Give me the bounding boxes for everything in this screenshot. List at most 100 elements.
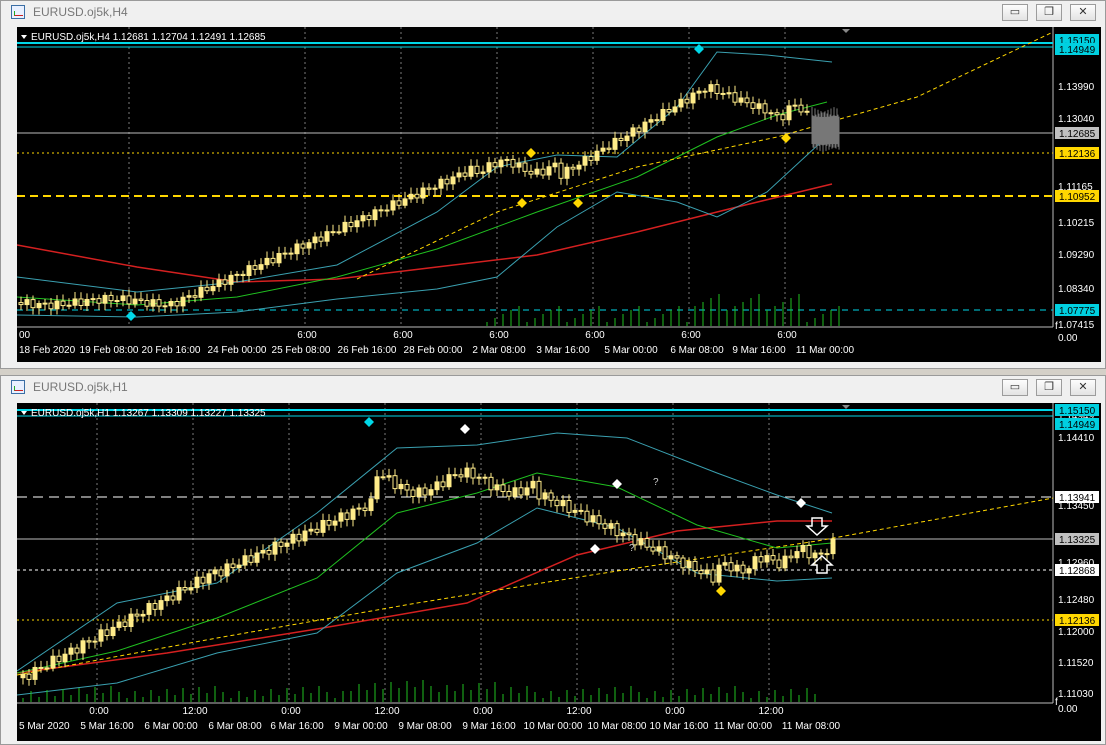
candle (402, 198, 408, 206)
candle (480, 171, 486, 174)
candle (626, 532, 632, 536)
candle (722, 562, 728, 566)
candle (306, 242, 312, 249)
candle (770, 555, 776, 561)
candle (650, 546, 656, 552)
candle (710, 569, 716, 583)
candle (752, 556, 758, 570)
date-label: 20 Feb 16:00 (142, 345, 201, 356)
candle (332, 520, 338, 526)
candle (758, 556, 764, 563)
candle (182, 587, 188, 591)
corner-flag: f (1055, 697, 1058, 708)
price-tag-label: 1.12136 (1059, 616, 1096, 627)
candle (258, 264, 264, 270)
candle (416, 487, 422, 497)
minimize-button[interactable]: ▭ (1002, 379, 1028, 396)
candle (156, 299, 162, 307)
candle (672, 106, 678, 113)
close-button[interactable]: ✕ (1070, 4, 1096, 21)
minimize-button[interactable]: ▭ (1002, 4, 1028, 21)
candle (150, 299, 156, 307)
candle (218, 569, 224, 577)
time-label: 12:00 (182, 706, 207, 717)
price-tag-label: 1.13325 (1059, 535, 1096, 546)
candle (566, 500, 572, 513)
candle (528, 170, 534, 175)
candle (504, 158, 510, 161)
candle (774, 112, 780, 116)
window-title: EURUSD.oj5k,H4 (33, 5, 128, 19)
candle (248, 555, 254, 563)
candle (216, 279, 222, 288)
restore-button[interactable]: ❐ (1036, 4, 1062, 21)
candle (122, 621, 128, 628)
candle (84, 298, 90, 306)
candle (192, 295, 198, 298)
date-label: 5 Mar 2020 (19, 721, 70, 732)
candle (698, 570, 704, 575)
candle (606, 147, 612, 150)
candle (734, 564, 740, 572)
time-label: 0:00 (473, 706, 493, 717)
candle (272, 541, 278, 555)
date-label: 9 Mar 16:00 (732, 345, 786, 356)
candle (522, 162, 528, 172)
candle (702, 90, 708, 93)
candle (602, 523, 608, 529)
date-label: 6 Mar 16:00 (270, 721, 324, 732)
candle (680, 557, 686, 569)
time-label: 00 (19, 330, 31, 341)
price-tag-label: 1.12136 (1059, 149, 1096, 160)
chart-background (17, 403, 1101, 741)
corner-flag: f (1055, 321, 1058, 332)
date-label: 11 Mar 00:00 (796, 345, 855, 356)
title-bar[interactable]: EURUSD.oj5k,H4 ▭ ❐ ✕ (1, 1, 1105, 25)
close-button[interactable]: ✕ (1070, 379, 1096, 396)
candle (762, 103, 768, 114)
candle (410, 489, 416, 497)
candle (530, 480, 536, 489)
price-tag-label: 1.13941 (1059, 493, 1096, 504)
candle (390, 200, 396, 211)
candle (254, 552, 260, 563)
date-label: 24 Feb 00:00 (208, 345, 267, 356)
candle (498, 159, 504, 168)
candle (68, 647, 74, 655)
candle (72, 298, 78, 306)
candle (212, 569, 218, 575)
candle (104, 629, 110, 637)
candle (732, 92, 738, 103)
candle (708, 84, 714, 92)
candle (714, 84, 720, 94)
candle (176, 587, 182, 601)
price-chart[interactable]: EURUSD.oj5k,H1 1.13267 1.13309 1.13227 1… (17, 403, 1101, 741)
candle (338, 512, 344, 522)
candle (296, 533, 302, 542)
time-label: 12:00 (758, 706, 783, 717)
candle (468, 165, 474, 177)
time-label: 0:00 (281, 706, 301, 717)
candle (582, 156, 588, 166)
candle (830, 538, 836, 555)
price-tag-label: 1.15150 (1059, 406, 1096, 417)
candle (674, 555, 680, 559)
candle (824, 553, 830, 556)
candle (510, 158, 516, 168)
date-label: 2 Mar 08:00 (472, 345, 526, 356)
candle (588, 156, 594, 161)
title-bar[interactable]: EURUSD.oj5k,H1 ▭ ❐ ✕ (1, 376, 1105, 400)
candle (120, 295, 126, 302)
date-label: 3 Mar 16:00 (536, 345, 590, 356)
date-label: 9 Mar 08:00 (398, 721, 452, 732)
date-label: 10 Mar 00:00 (524, 721, 583, 732)
candle (224, 563, 230, 577)
restore-button[interactable]: ❐ (1036, 379, 1062, 396)
candle (126, 295, 132, 305)
candle (668, 555, 674, 560)
candle (314, 528, 320, 533)
candle (384, 209, 390, 212)
price-chart[interactable]: EURUSD.oj5k,H4 1.12681 1.12704 1.12491 1… (17, 27, 1101, 362)
date-label: 26 Feb 16:00 (338, 345, 397, 356)
candle (380, 476, 386, 479)
